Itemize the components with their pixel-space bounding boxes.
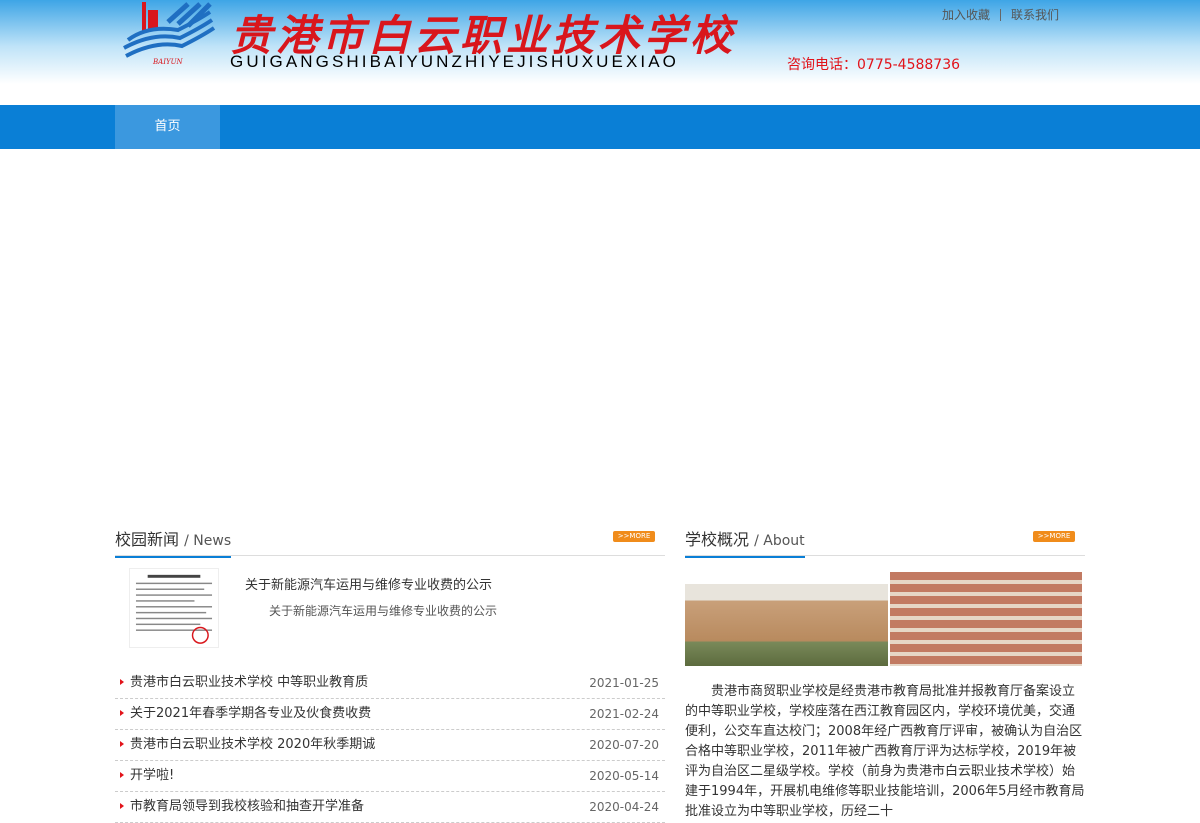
news-item-date: 2021-02-24 (589, 707, 659, 721)
bookmark-link[interactable]: 加入收藏 (942, 8, 990, 22)
svg-text:BAIYUN: BAIYUN (152, 58, 183, 66)
news-title: 校园新闻 (115, 530, 180, 549)
news-item-title[interactable]: 开学啦! (130, 761, 174, 791)
feature-thumbnail[interactable] (129, 568, 219, 648)
site-header: BAIYUN 贵港市白云职业技术学校 GUIGANGSHIBAIYUNZHIYE… (0, 0, 1200, 84)
feature-title[interactable]: 关于新能源汽车运用与维修专业收费的公示 (245, 574, 492, 593)
consult-phone: 咨询电话：0775-4588736 (787, 57, 961, 73)
news-item-title[interactable]: 市教育局领导到我校核验和抽查开学准备 (130, 792, 364, 822)
campus-building-photo (685, 584, 888, 666)
news-item-date: 2020-07-20 (589, 738, 659, 752)
news-item[interactable]: 关于2021年春季学期各专业及伙食费收费 2021-02-24 (115, 699, 665, 730)
main-nav: 首页 (0, 105, 1200, 149)
news-item-title[interactable]: 贵港市白云职业技术学校 2020年秋季期诚 (130, 730, 375, 760)
arrow-icon (120, 803, 124, 809)
contact-link[interactable]: 联系我们 (1011, 8, 1059, 22)
arrow-icon (120, 741, 124, 747)
news-item-date: 2020-05-14 (589, 769, 659, 783)
about-more-button[interactable]: >>MORE (1033, 531, 1075, 542)
feature-description: 关于新能源汽车运用与维修专业收费的公示 (269, 604, 498, 618)
about-header: 学校概况 / About >>MORE (685, 524, 1085, 558)
about-text: 贵港市商贸职业学校是经贵港市教育局批准并报教育厅备案设立的中等职业学校，学校座落… (685, 684, 1085, 819)
news-section: 校园新闻 / News >>MORE 关于新能源汽车运用与维修专业收费的公示 关… (115, 524, 665, 823)
news-feature[interactable]: 关于新能源汽车运用与维修专业收费的公示 关于新能源汽车运用与维修专业收费的公示 (115, 566, 665, 666)
school-name-en: GUIGANGSHIBAIYUNZHIYEJISHUXUEXIAO (230, 52, 679, 71)
about-title: 学校概况 (685, 530, 750, 549)
news-more-button[interactable]: >>MORE (613, 531, 655, 542)
news-item-title[interactable]: 贵港市白云职业技术学校 中等职业教育质 (130, 668, 368, 698)
arrow-icon (120, 710, 124, 716)
news-item-title[interactable]: 关于2021年春季学期各专业及伙食费收费 (130, 699, 371, 729)
news-item-date: 2020-04-24 (589, 800, 659, 814)
news-item[interactable]: 市教育局领导到我校核验和抽查开学准备 2020-04-24 (115, 792, 665, 823)
campus-gathering-photo (890, 572, 1082, 666)
about-section: 学校概况 / About >>MORE 贵港市商贸职业学校是经贵港市教育局批准并… (685, 524, 1085, 822)
arrow-icon (120, 679, 124, 685)
arrow-icon (120, 772, 124, 778)
about-title-en: / About (754, 533, 805, 549)
news-item[interactable]: 贵港市白云职业技术学校 2020年秋季期诚 2020-07-20 (115, 730, 665, 761)
about-heading: 学校概况 / About (685, 526, 805, 558)
link-separator (1000, 9, 1002, 21)
nav-item-home[interactable]: 首页 (115, 105, 220, 149)
news-title-en: / News (184, 533, 232, 549)
school-logo[interactable]: BAIYUN (118, 0, 218, 70)
about-photos (685, 572, 1085, 672)
news-item[interactable]: 贵港市白云职业技术学校 中等职业教育质 2021-01-25 (115, 668, 665, 699)
news-header: 校园新闻 / News >>MORE (115, 524, 665, 558)
news-heading: 校园新闻 / News (115, 526, 232, 558)
news-item-date: 2021-01-25 (589, 676, 659, 690)
header-links: 加入收藏 联系我们 (942, 6, 1059, 23)
news-item[interactable]: 开学啦! 2020-05-14 (115, 761, 665, 792)
